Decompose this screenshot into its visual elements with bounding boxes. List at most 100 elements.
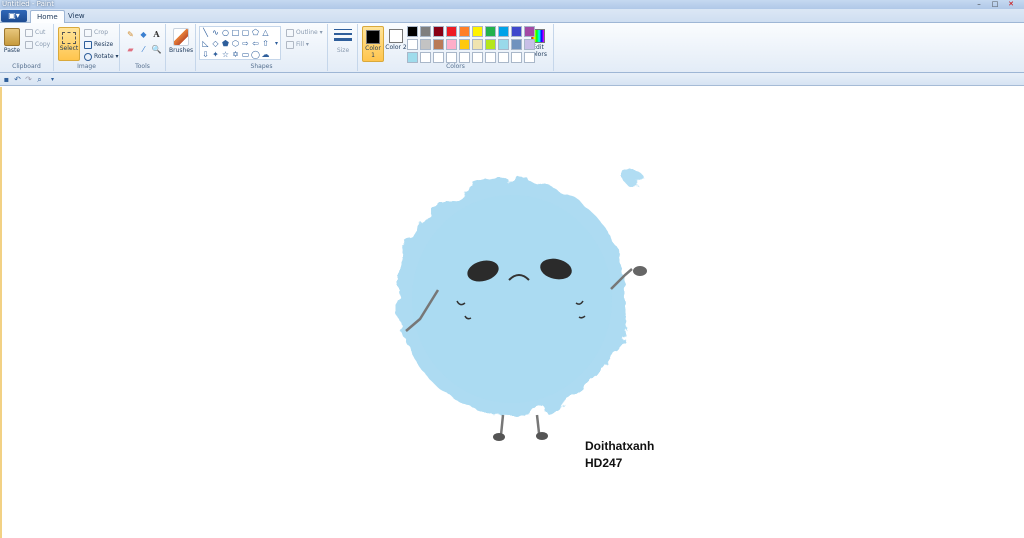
brushes-button[interactable]: Brushes — [169, 26, 193, 62]
save-icon[interactable]: ▪ — [2, 75, 11, 84]
palette-swatch[interactable] — [524, 26, 535, 37]
palette-swatch[interactable] — [433, 39, 444, 50]
palette-swatch[interactable] — [459, 26, 470, 37]
palette-swatch[interactable] — [420, 26, 431, 37]
shapes-group-label: Shapes — [250, 63, 273, 70]
palette-swatch[interactable] — [407, 39, 418, 50]
diamond-shape-icon[interactable]: ◇ — [211, 39, 220, 48]
cloud-callout-shape-icon[interactable]: ☁ — [261, 50, 270, 59]
palette-swatch[interactable] — [524, 39, 535, 50]
close-button[interactable]: ✕ — [1004, 0, 1018, 8]
palette-swatch[interactable] — [524, 52, 535, 63]
select-icon — [62, 32, 76, 44]
crop-icon — [84, 28, 92, 37]
color-picker-icon[interactable]: ⁄ — [138, 44, 149, 55]
crop-button[interactable]: Crop — [84, 27, 108, 38]
curve-shape-icon[interactable]: ∿ — [211, 28, 220, 37]
customize-toolbar-icon[interactable]: ▾ — [48, 75, 57, 84]
tab-home[interactable]: Home — [30, 10, 65, 23]
rotate-button[interactable]: Rotate ▾ — [84, 51, 119, 62]
oval-shape-icon[interactable]: ○ — [221, 28, 230, 37]
fill-button[interactable]: Fill ▾ — [286, 39, 309, 50]
image-group: Select Crop Resize Rotate ▾ Image — [54, 24, 120, 71]
shapes-scroll-icon[interactable]: ▾ — [272, 39, 281, 48]
drawing-canvas[interactable]: Doithatxanh HD247 — [0, 87, 1024, 538]
resize-button[interactable]: Resize — [84, 39, 113, 50]
oval-callout-shape-icon[interactable]: ◯ — [251, 50, 260, 59]
palette-swatch[interactable] — [511, 52, 522, 63]
palette-swatch[interactable] — [420, 39, 431, 50]
palette-swatch[interactable] — [446, 26, 457, 37]
select-button[interactable]: Select — [58, 27, 80, 61]
palette-swatch[interactable] — [485, 52, 496, 63]
palette-swatch[interactable] — [511, 26, 522, 37]
left-foot — [493, 433, 505, 441]
down-arrow-shape-icon[interactable]: ⇩ — [201, 50, 210, 59]
line-shape-icon[interactable]: ╲ — [201, 28, 210, 37]
palette-swatch[interactable] — [407, 26, 418, 37]
palette-swatch[interactable] — [472, 39, 483, 50]
palette-swatch[interactable] — [498, 39, 509, 50]
four-point-star-shape-icon[interactable]: ✦ — [211, 50, 220, 59]
outline-button[interactable]: Outline ▾ — [286, 27, 323, 38]
palette-swatch[interactable] — [446, 39, 457, 50]
color1-label: Color 1 — [365, 45, 381, 59]
paste-button[interactable]: Paste — [1, 26, 23, 62]
clipboard-group-label: Clipboard — [12, 63, 41, 70]
redo-icon[interactable]: ↷ — [24, 75, 33, 84]
clipboard-group: Paste Cut Copy Clipboard — [0, 24, 54, 71]
text-tool-icon[interactable]: A — [151, 29, 162, 40]
palette-swatch[interactable] — [433, 26, 444, 37]
palette-swatch[interactable] — [498, 26, 509, 37]
palette-swatch[interactable] — [472, 26, 483, 37]
maximize-button[interactable]: □ — [988, 0, 1002, 8]
five-point-star-shape-icon[interactable]: ☆ — [221, 50, 230, 59]
polygon-shape-icon[interactable]: ⬠ — [251, 28, 260, 37]
blob-body-inner — [412, 195, 612, 403]
palette-swatch[interactable] — [498, 52, 509, 63]
hexagon-shape-icon[interactable]: ⬡ — [231, 39, 240, 48]
palette-swatch[interactable] — [485, 26, 496, 37]
triangle-shape-icon[interactable]: △ — [261, 28, 270, 37]
palette-swatch[interactable] — [511, 39, 522, 50]
pentagon-shape-icon[interactable]: ⬟ — [221, 39, 230, 48]
color2-button[interactable]: Color 2 — [385, 26, 407, 62]
zoom-icon[interactable]: ⌕ — [35, 75, 44, 84]
rectangle-shape-icon[interactable]: □ — [231, 28, 240, 37]
size-button[interactable]: Size — [332, 26, 354, 62]
eraser-icon[interactable]: ▰ — [125, 44, 136, 55]
drawing-artwork — [397, 169, 647, 441]
color1-button[interactable]: Color 1 — [362, 26, 384, 62]
magnifier-icon[interactable]: 🔍 — [151, 44, 162, 55]
copy-icon — [25, 40, 33, 49]
fill-bucket-icon[interactable]: ◆ — [138, 29, 149, 40]
six-point-star-shape-icon[interactable]: ✡ — [231, 50, 240, 59]
scissors-icon — [25, 28, 33, 37]
tab-view[interactable]: View — [62, 10, 91, 23]
right-leg — [535, 414, 541, 434]
minimize-button[interactable]: – — [972, 0, 986, 8]
palette-swatch[interactable] — [459, 52, 470, 63]
right-triangle-shape-icon[interactable]: ◺ — [201, 39, 210, 48]
fill-label: Fill ▾ — [296, 41, 309, 48]
undo-icon[interactable]: ↶ — [13, 75, 22, 84]
palette-swatch[interactable] — [485, 39, 496, 50]
blob-character — [397, 169, 647, 441]
left-arrow-shape-icon[interactable]: ⇦ — [251, 39, 260, 48]
up-arrow-shape-icon[interactable]: ⇧ — [261, 39, 270, 48]
size-label: Size — [336, 47, 350, 54]
right-arrow-shape-icon[interactable]: ⇨ — [241, 39, 250, 48]
palette-swatch[interactable] — [407, 52, 418, 63]
rounded-callout-shape-icon[interactable]: ▭ — [241, 50, 250, 59]
palette-swatch[interactable] — [472, 52, 483, 63]
palette-swatch[interactable] — [459, 39, 470, 50]
crop-label: Crop — [94, 29, 109, 36]
copy-button[interactable]: Copy — [25, 39, 50, 50]
pencil-icon[interactable]: ✎ — [125, 29, 136, 40]
palette-swatch[interactable] — [433, 52, 444, 63]
rounded-rectangle-shape-icon[interactable]: ▢ — [241, 28, 250, 37]
palette-swatch[interactable] — [420, 52, 431, 63]
palette-swatch[interactable] — [446, 52, 457, 63]
cut-button[interactable]: Cut — [25, 27, 45, 38]
paint-menu-button[interactable]: ▣▾ — [1, 10, 27, 22]
